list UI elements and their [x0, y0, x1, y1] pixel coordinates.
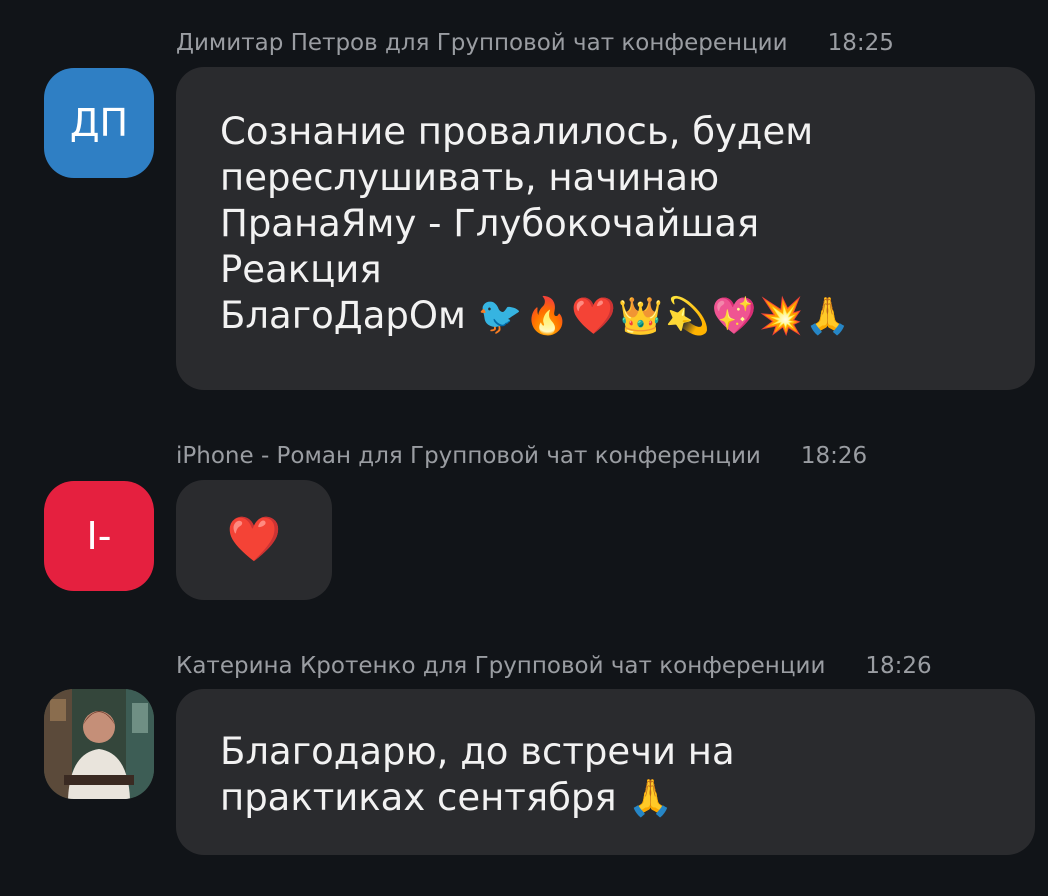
avatar[interactable]: I-: [44, 481, 154, 591]
avatar[interactable]: ДП: [44, 68, 154, 178]
heart-emoji-message: ❤️: [226, 514, 282, 565]
message-bubble[interactable]: Сознание провалилось, будем переслушиват…: [176, 67, 1035, 390]
emoji-reaction-string: 🐦🔥❤️👑💫💖💥🙏: [477, 296, 853, 337]
pray-emoji: 🙏: [628, 778, 676, 819]
message-meta: Димитар Петров для Групповой чат конфере…: [176, 30, 894, 56]
avatar-initials: I-: [86, 514, 112, 558]
message-bubble[interactable]: Благодарю, до встречи на практиках сентя…: [176, 689, 1035, 855]
avatar-initials: ДП: [69, 101, 129, 145]
person-photo-icon: [44, 689, 154, 799]
chat-feed: Димитар Петров для Групповой чат конфере…: [0, 0, 1048, 896]
message-bubble[interactable]: ❤️: [176, 480, 332, 600]
message-meta: iPhone - Роман для Групповой чат конфере…: [176, 443, 867, 469]
sender-name: iPhone - Роман для Групповой чат конфере…: [176, 443, 761, 469]
avatar-photo[interactable]: [44, 689, 154, 799]
message-time: 18:26: [865, 653, 932, 679]
message-meta: Катерина Кротенко для Групповой чат конф…: [176, 653, 932, 679]
sender-name: Катерина Кротенко для Групповой чат конф…: [176, 653, 826, 679]
sender-name: Димитар Петров для Групповой чат конфере…: [176, 30, 788, 56]
message-time: 18:26: [800, 443, 868, 469]
message-time: 18:25: [827, 30, 894, 56]
